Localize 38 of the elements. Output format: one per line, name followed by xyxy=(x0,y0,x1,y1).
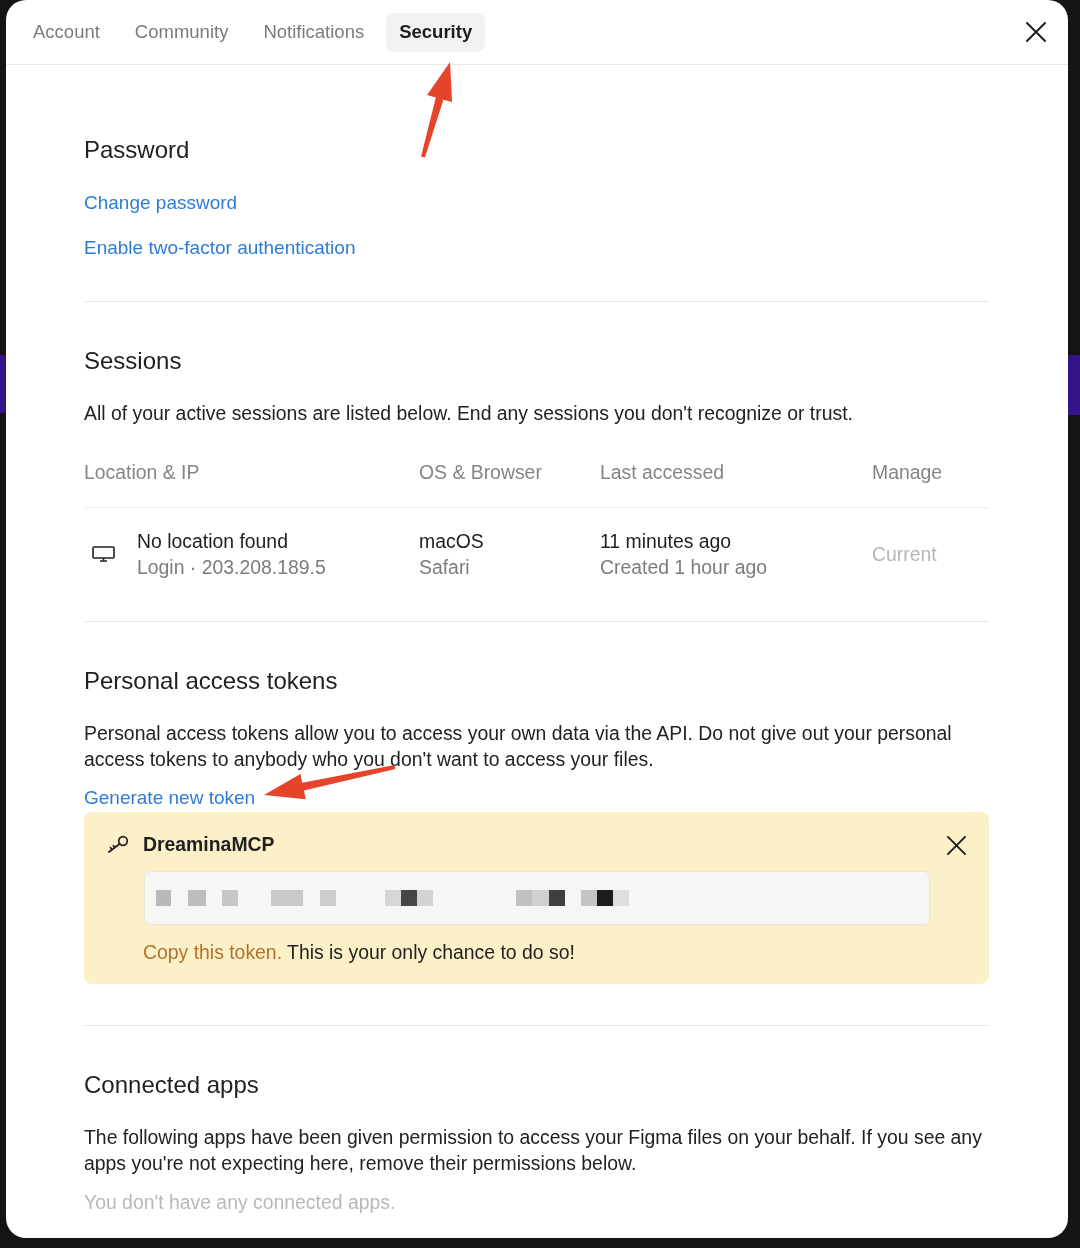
section-heading: Connected apps xyxy=(84,1070,260,1100)
section-description: All of your active sessions are listed below. End any sessions you don't recognize or trust. xyxy=(84,401,854,426)
session-login: Login · 203.208.189.5 xyxy=(137,555,326,580)
session-last-accessed: 11 minutes ago xyxy=(600,529,733,554)
empty-state-message: You don't have any connected apps. xyxy=(84,1190,397,1215)
close-icon xyxy=(1026,22,1046,42)
copy-token-link[interactable]: Copy this token. xyxy=(143,940,283,964)
section-description: The following apps have been given permission to access your Figma files on your behalf. If you see any apps you're not expecting here, remove their permissions below. xyxy=(84,1125,983,1176)
close-icon xyxy=(947,836,966,855)
close-button[interactable] xyxy=(1023,19,1049,45)
session-location: No location found xyxy=(137,529,289,554)
column-header: OS & Browser xyxy=(419,459,600,508)
monitor-icon xyxy=(92,546,115,562)
section-heading: Sessions xyxy=(84,346,183,376)
section-heading: Password xyxy=(84,135,191,165)
session-created: Created 1 hour ago xyxy=(600,555,769,580)
session-os: macOS xyxy=(419,529,485,554)
tab[interactable]: Account xyxy=(20,12,113,52)
session-status: Current xyxy=(872,542,938,567)
token-warning: This is your only chance to do so! xyxy=(287,940,575,964)
backdrop-accent-strip xyxy=(0,355,6,413)
column-header: Manage xyxy=(872,459,989,508)
column-header: Last accessed xyxy=(600,459,872,508)
token-name: DreaminaMCP xyxy=(143,832,275,856)
backdrop-accent-strip xyxy=(1068,355,1080,415)
tab[interactable]: Security xyxy=(386,12,486,52)
text-link[interactable]: Change password xyxy=(84,191,238,215)
generate-token-link[interactable]: Generate new token xyxy=(84,786,256,810)
tab[interactable]: Notifications xyxy=(250,12,378,52)
dismiss-button[interactable] xyxy=(945,834,968,857)
session-browser: Safari xyxy=(419,555,471,580)
key-icon xyxy=(107,835,129,853)
token-field[interactable] xyxy=(144,871,930,925)
column-header: Location & IP xyxy=(84,459,419,508)
section-description: Personal access tokens allow you to access your own data via the API. Do not give out your personal access tokens to anybody who you don't want to access your files. xyxy=(84,721,953,772)
section-heading: Personal access tokens xyxy=(84,666,339,696)
text-link[interactable]: Enable two-factor authentication xyxy=(84,236,356,260)
tab[interactable]: Community xyxy=(121,12,242,52)
